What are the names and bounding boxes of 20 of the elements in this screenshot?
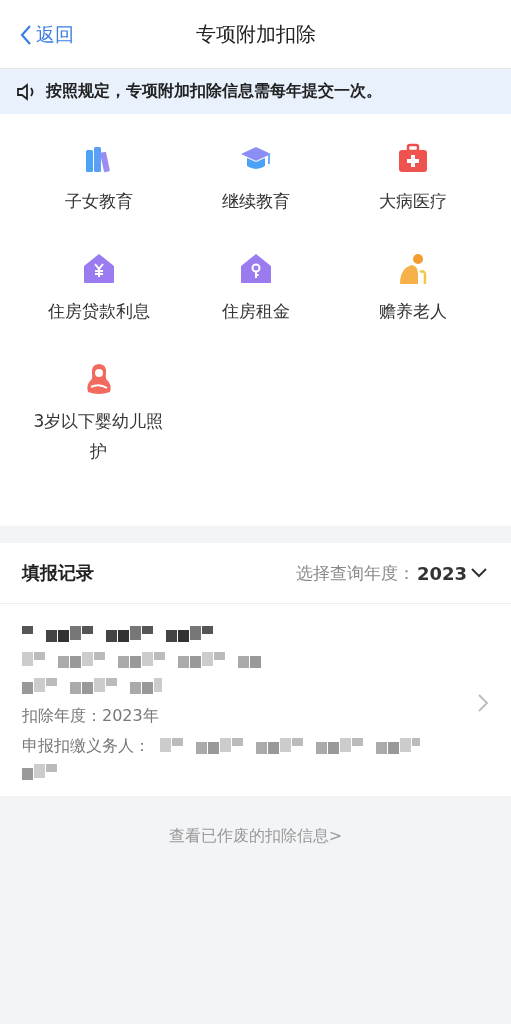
category-label[interactable]: 赡养老人	[378, 296, 447, 326]
category-label[interactable]: 大病医疗	[378, 186, 447, 216]
category-label[interactable]: 继续教育	[221, 186, 290, 216]
year-selector[interactable]: 选择查询年度：2023	[295, 561, 489, 585]
house-key-icon	[238, 252, 273, 286]
category-label[interactable]: 3岁以下婴幼儿照护	[28, 406, 169, 466]
page-title: 专项附加扣除	[195, 20, 316, 48]
notice-text: 按照规定，专项附加扣除信息需每年提交一次。	[46, 81, 382, 102]
withholding-agent-label: 申报扣缴义务人：	[22, 735, 150, 757]
category-label[interactable]: 住房租金	[221, 296, 290, 326]
back-button[interactable]: 返回	[20, 22, 74, 48]
house-yen-icon	[81, 252, 116, 286]
chevron-down-icon	[469, 566, 489, 580]
category-label[interactable]: 子女教育	[64, 186, 133, 216]
back-chevron-icon	[20, 24, 32, 46]
section-title: 填报记录	[22, 561, 94, 585]
chevron-right-icon	[477, 693, 489, 713]
record-card[interactable]: 扣除年度：2023年 申报扣缴义务人：	[0, 604, 511, 796]
deduction-year-text: 扣除年度：2023年	[22, 705, 160, 727]
category-label[interactable]: 住房贷款利息	[47, 296, 150, 326]
